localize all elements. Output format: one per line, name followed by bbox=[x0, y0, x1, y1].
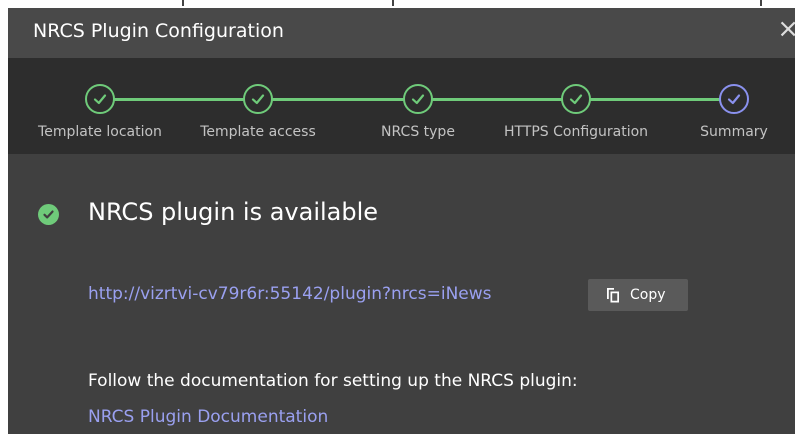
step-nrcs-type[interactable]: NRCS type bbox=[343, 58, 493, 154]
copy-button-label: Copy bbox=[630, 287, 666, 303]
step-https-configuration[interactable]: HTTPS Configuration bbox=[501, 58, 651, 154]
check-icon bbox=[719, 84, 749, 114]
check-icon bbox=[243, 84, 273, 114]
step-label: Summary bbox=[700, 124, 768, 140]
step-template-access[interactable]: Template access bbox=[183, 58, 333, 154]
plugin-url-link[interactable]: http://vizrtvi-cv79r6r:55142/plugin?nrcs… bbox=[88, 284, 492, 304]
check-icon bbox=[561, 84, 591, 114]
step-label: Template location bbox=[38, 124, 162, 140]
nrcs-plugin-configuration-dialog: NRCS Plugin Configuration × Template loc… bbox=[8, 8, 795, 434]
documentation-link[interactable]: NRCS Plugin Documentation bbox=[88, 407, 328, 427]
check-icon bbox=[85, 84, 115, 114]
close-icon[interactable]: × bbox=[777, 16, 795, 42]
dialog-title: NRCS Plugin Configuration bbox=[33, 20, 284, 42]
step-label: Template access bbox=[200, 124, 316, 140]
copy-button[interactable]: Copy bbox=[588, 279, 688, 311]
step-label: HTTPS Configuration bbox=[503, 124, 649, 140]
copy-icon bbox=[607, 288, 619, 303]
check-circle-icon bbox=[38, 204, 59, 225]
step-summary[interactable]: Summary bbox=[659, 58, 795, 154]
background-edge-mark bbox=[392, 0, 394, 6]
step-label: NRCS type bbox=[381, 124, 455, 140]
wizard-stepper: Template location Template access NRCS t… bbox=[8, 58, 795, 154]
background-edge-mark bbox=[760, 0, 762, 6]
step-template-location[interactable]: Template location bbox=[25, 58, 175, 154]
check-icon bbox=[403, 84, 433, 114]
plugin-available-heading: NRCS plugin is available bbox=[88, 198, 379, 226]
documentation-instructions: Follow the documentation for setting up … bbox=[88, 371, 578, 391]
dialog-titlebar: NRCS Plugin Configuration × bbox=[8, 8, 795, 58]
background-edge-mark bbox=[182, 0, 184, 6]
summary-content: NRCS plugin is available http://vizrtvi-… bbox=[8, 154, 795, 434]
